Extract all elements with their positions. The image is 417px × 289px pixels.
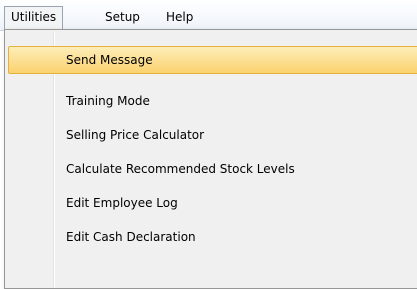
menu-setup[interactable]: Setup	[99, 6, 146, 29]
menu-help-label: Help	[166, 10, 194, 24]
menu-item-label: Selling Price Calculator	[66, 128, 205, 142]
menu-bar: Utilities Setup Help	[0, 0, 417, 31]
menu-item-selling-price-calculator[interactable]: Selling Price Calculator	[8, 121, 417, 149]
menu-item-label: Calculate Recommended Stock Levels	[66, 162, 295, 176]
menu-item-label: Edit Cash Declaration	[66, 230, 196, 244]
menu-setup-label: Setup	[105, 10, 140, 24]
menu-item-label: Training Mode	[66, 94, 150, 108]
menu-utilities-label: Utilities	[11, 10, 57, 24]
menu-help[interactable]: Help	[160, 6, 199, 29]
menu-item-edit-employee-log[interactable]: Edit Employee Log	[8, 189, 417, 217]
utilities-dropdown: Send Message Training Mode Selling Price…	[4, 29, 417, 289]
menu-item-calculate-recommended-stock-levels[interactable]: Calculate Recommended Stock Levels	[8, 155, 417, 183]
menu-item-training-mode[interactable]: Training Mode	[8, 87, 417, 115]
menu-item-send-message[interactable]: Send Message	[8, 46, 417, 74]
menu-item-edit-cash-declaration[interactable]: Edit Cash Declaration	[8, 223, 417, 251]
menu-item-label: Send Message	[66, 53, 153, 67]
menu-item-label: Edit Employee Log	[66, 196, 178, 210]
menu-utilities[interactable]: Utilities	[4, 6, 64, 29]
